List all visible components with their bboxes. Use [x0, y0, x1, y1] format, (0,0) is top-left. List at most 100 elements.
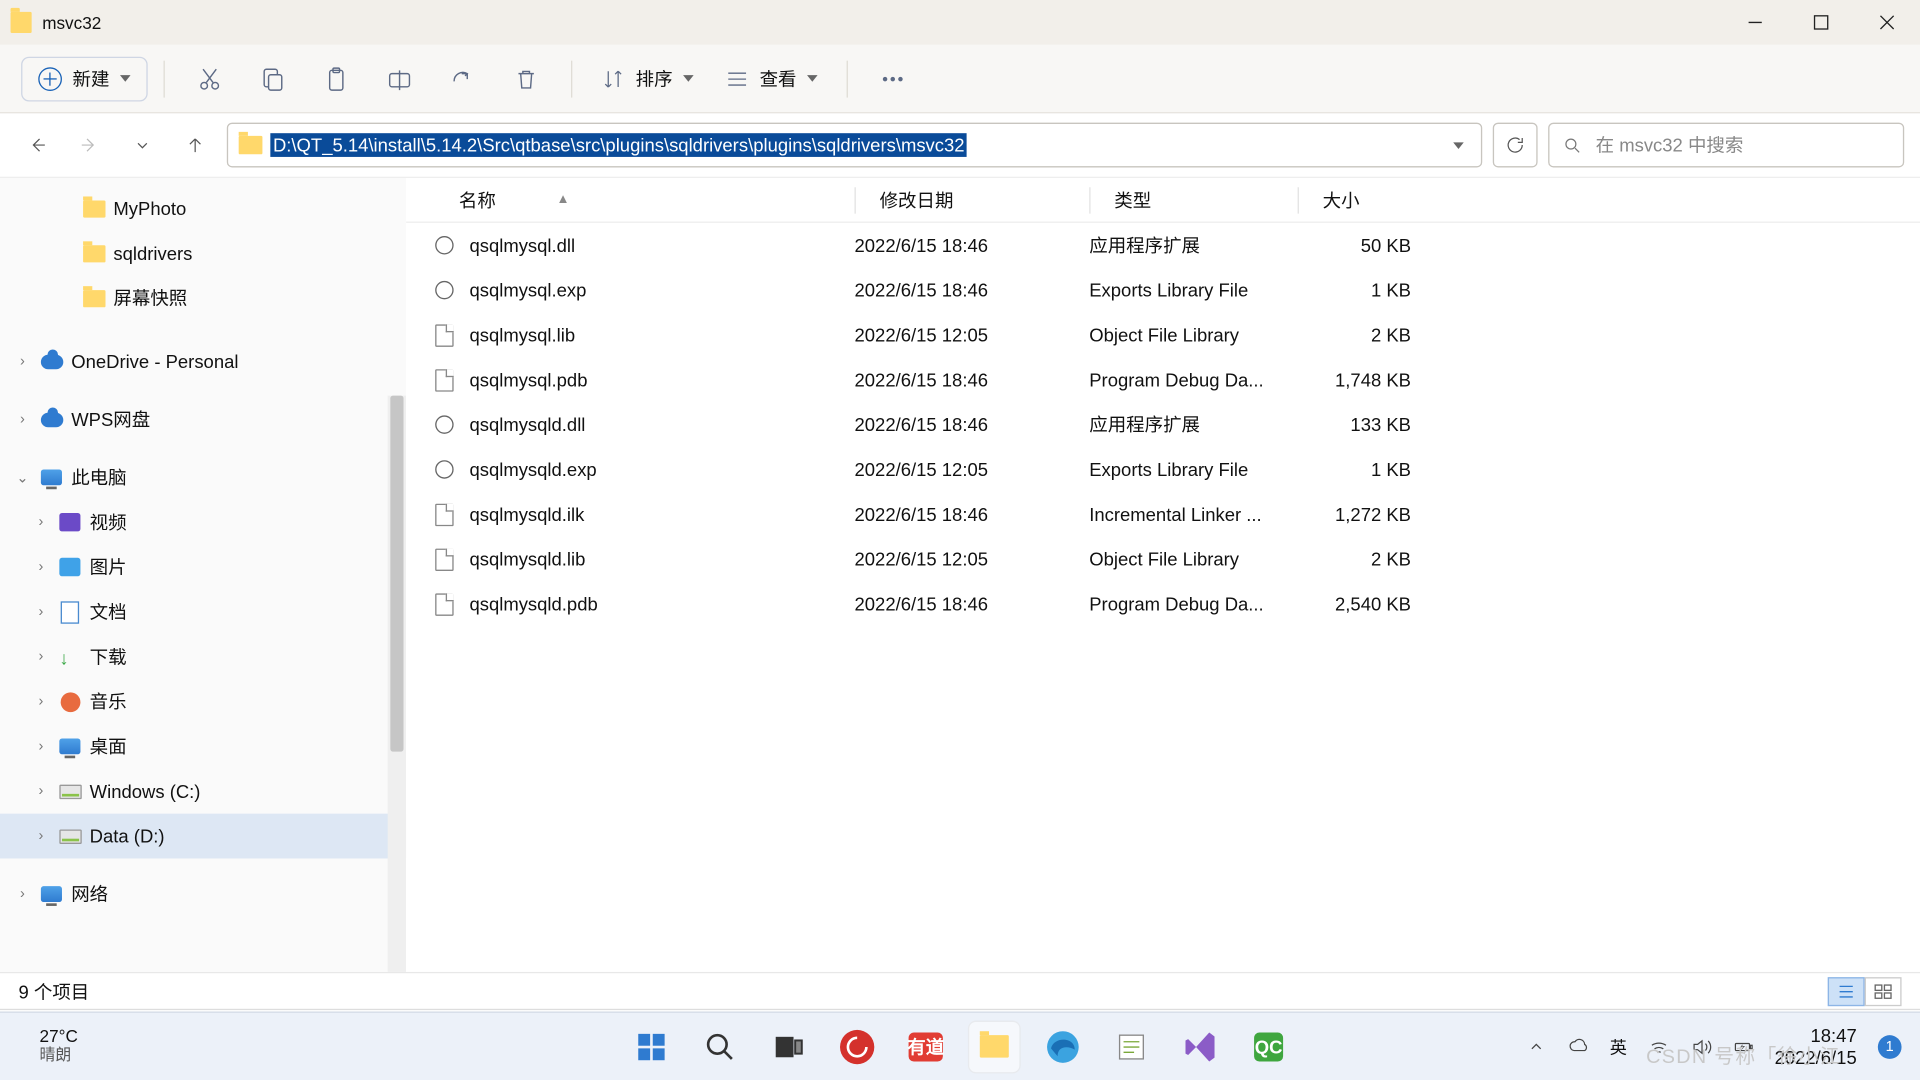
- share-button[interactable]: [434, 52, 492, 105]
- file-row[interactable]: qsqlmysql.lib 2022/6/15 12:05 Object Fil…: [406, 313, 1920, 358]
- tree-item[interactable]: › 文档: [0, 589, 406, 634]
- search-input[interactable]: 在 msvc32 中搜索: [1548, 123, 1904, 168]
- maximize-button[interactable]: [1788, 0, 1854, 45]
- file-row[interactable]: qsqlmysqld.ilk 2022/6/15 18:46 Increment…: [406, 492, 1920, 537]
- expand-icon[interactable]: ›: [32, 828, 50, 844]
- icons-view-button[interactable]: [1865, 976, 1902, 1005]
- back-button[interactable]: [16, 124, 58, 166]
- expand-icon[interactable]: ›: [13, 411, 31, 427]
- file-row[interactable]: qsqlmysql.pdb 2022/6/15 18:46 Program De…: [406, 357, 1920, 402]
- tree-item[interactable]: › WPS网盘: [0, 397, 406, 442]
- tree-item[interactable]: sqldrivers: [0, 231, 406, 276]
- tree-item-label: 下载: [90, 644, 127, 670]
- recent-button[interactable]: [121, 124, 163, 166]
- expand-icon[interactable]: ›: [32, 694, 50, 710]
- nav-row: D:\QT_5.14\install\5.14.2\Src\qtbase\src…: [0, 113, 1920, 176]
- minimize-button[interactable]: [1722, 0, 1788, 45]
- file-row[interactable]: qsqlmysqld.pdb 2022/6/15 18:46 Program D…: [406, 582, 1920, 627]
- tree-item-label: 此电脑: [71, 464, 126, 490]
- file-row[interactable]: qsqlmysqld.lib 2022/6/15 12:05 Object Fi…: [406, 537, 1920, 582]
- expand-icon[interactable]: ›: [32, 514, 50, 530]
- music-icon: [58, 690, 82, 714]
- tree-item-label: 网络: [71, 881, 108, 907]
- tray-expand-icon[interactable]: [1525, 1036, 1546, 1057]
- details-view-button[interactable]: [1828, 976, 1865, 1005]
- tree-item[interactable]: › Data (D:): [0, 814, 406, 859]
- tree-item[interactable]: › 图片: [0, 545, 406, 590]
- up-button[interactable]: [174, 124, 216, 166]
- refresh-button[interactable]: [1493, 123, 1538, 168]
- expand-icon[interactable]: ›: [32, 559, 50, 575]
- tree-item[interactable]: › OneDrive - Personal: [0, 339, 406, 384]
- nav-scrollbar[interactable]: [388, 396, 406, 972]
- app-youdao-icon[interactable]: 有道: [899, 1020, 952, 1073]
- file-row[interactable]: qsqlmysql.exp 2022/6/15 18:46 Exports Li…: [406, 268, 1920, 313]
- close-button[interactable]: [1854, 0, 1920, 45]
- weather-widget[interactable]: 27°C 晴朗: [40, 1027, 78, 1065]
- view-button[interactable]: 查看: [712, 57, 831, 99]
- search-button[interactable]: [694, 1020, 747, 1073]
- file-type: Object File Library: [1089, 324, 1297, 345]
- col-type[interactable]: 类型: [1089, 187, 1297, 213]
- file-row[interactable]: qsqlmysqld.exp 2022/6/15 12:05 Exports L…: [406, 447, 1920, 492]
- file-list[interactable]: 名称▲ 修改日期 类型 大小 qsqlmysql.dll 2022/6/15 1…: [406, 178, 1920, 972]
- copy-button[interactable]: [244, 52, 302, 105]
- app-vs-icon[interactable]: [1174, 1020, 1227, 1073]
- app-notepad-icon[interactable]: [1105, 1020, 1158, 1073]
- app-qt-icon[interactable]: QC: [1242, 1020, 1295, 1073]
- tree-item[interactable]: 屏幕快照: [0, 276, 406, 321]
- tree-item[interactable]: ⌄ 此电脑: [0, 455, 406, 500]
- tree-item[interactable]: MyPhoto: [0, 186, 406, 231]
- file-row[interactable]: qsqlmysql.dll 2022/6/15 18:46 应用程序扩展 50 …: [406, 223, 1920, 268]
- delete-button[interactable]: [497, 52, 555, 105]
- tree-item[interactable]: › 桌面: [0, 724, 406, 769]
- column-headers[interactable]: 名称▲ 修改日期 类型 大小: [406, 178, 1920, 223]
- tree-item[interactable]: › 音乐: [0, 679, 406, 724]
- more-button[interactable]: [864, 52, 922, 105]
- taskbar[interactable]: 27°C 晴朗 有道 QC 英 18:47 2022/6/15: [0, 1011, 1920, 1080]
- rename-button[interactable]: [371, 52, 429, 105]
- expand-icon[interactable]: ›: [32, 783, 50, 799]
- onedrive-icon[interactable]: [1568, 1036, 1589, 1057]
- address-path[interactable]: D:\QT_5.14\install\5.14.2\Src\qtbase\src…: [270, 133, 967, 157]
- weather-temp: 27°C: [40, 1027, 78, 1047]
- address-bar[interactable]: D:\QT_5.14\install\5.14.2\Src\qtbase\src…: [227, 123, 1482, 168]
- col-size[interactable]: 大小: [1298, 187, 1425, 213]
- app-explorer-icon[interactable]: [968, 1020, 1021, 1073]
- col-name[interactable]: 名称▲: [433, 187, 855, 213]
- tree-item[interactable]: › 网络: [0, 872, 406, 917]
- start-button[interactable]: [625, 1020, 678, 1073]
- tree-item-label: OneDrive - Personal: [71, 351, 238, 372]
- plus-icon: [38, 67, 62, 91]
- cut-button[interactable]: [181, 52, 239, 105]
- desk-icon: [58, 735, 82, 759]
- app-netease-icon[interactable]: [831, 1020, 884, 1073]
- col-date[interactable]: 修改日期: [855, 187, 1090, 213]
- address-chevron[interactable]: [1444, 142, 1473, 149]
- expand-icon[interactable]: ›: [13, 353, 31, 369]
- new-button[interactable]: 新建: [21, 56, 148, 101]
- expand-icon[interactable]: ›: [32, 649, 50, 665]
- tree-item[interactable]: › Windows (C:): [0, 769, 406, 814]
- tree-item-label: 屏幕快照: [113, 285, 187, 311]
- taskview-button[interactable]: [762, 1020, 815, 1073]
- file-size: 2 KB: [1298, 549, 1425, 570]
- titlebar[interactable]: msvc32: [0, 0, 1920, 45]
- nav-pane[interactable]: MyPhoto sqldrivers 屏幕快照 › OneDrive - Per…: [0, 178, 406, 972]
- app-edge-icon[interactable]: [1036, 1020, 1089, 1073]
- forward-button[interactable]: [69, 124, 111, 166]
- ime-indicator[interactable]: 英: [1610, 1034, 1627, 1059]
- file-date: 2022/6/15 12:05: [855, 459, 1090, 480]
- file-row[interactable]: qsqlmysqld.dll 2022/6/15 18:46 应用程序扩展 13…: [406, 402, 1920, 447]
- expand-icon[interactable]: ⌄: [13, 469, 31, 486]
- expand-icon[interactable]: ›: [32, 604, 50, 620]
- paste-button[interactable]: [307, 52, 365, 105]
- expand-icon[interactable]: ›: [32, 738, 50, 754]
- search-icon: [1563, 135, 1583, 155]
- sort-button[interactable]: 排序: [588, 57, 707, 99]
- expand-icon[interactable]: ›: [13, 886, 31, 902]
- notification-badge[interactable]: 1: [1878, 1035, 1902, 1059]
- file-name: qsqlmysqld.lib: [469, 549, 854, 570]
- tree-item[interactable]: › ↓ 下载: [0, 634, 406, 679]
- tree-item[interactable]: › 视频: [0, 500, 406, 545]
